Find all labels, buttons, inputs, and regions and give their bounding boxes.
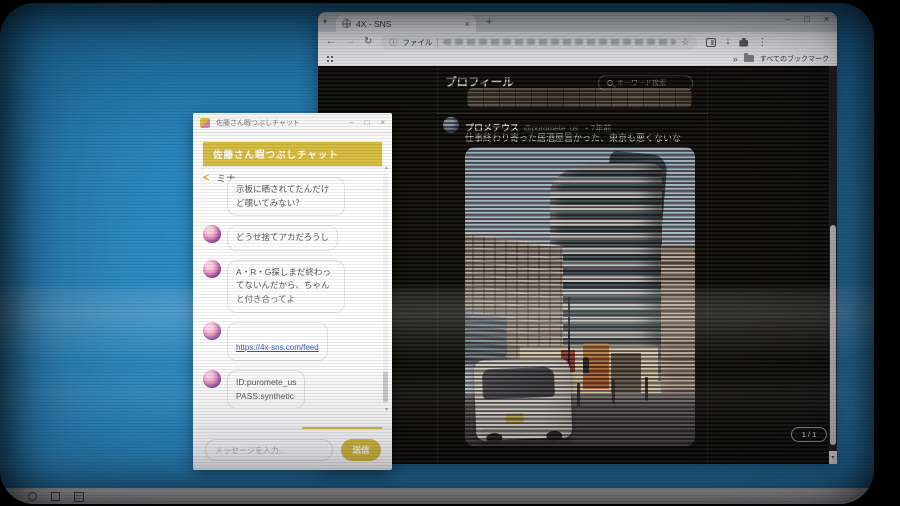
chat-message: https://4x-sns.com/feed xyxy=(203,322,376,361)
browser-window-controls: – □ × xyxy=(785,14,829,24)
photo-store-entrance xyxy=(611,353,641,393)
contact-avatar xyxy=(203,322,221,340)
message-input[interactable] xyxy=(205,439,333,461)
post-photo[interactable] xyxy=(465,147,695,446)
chat-input-bar: 送信 xyxy=(193,428,392,470)
photo-bollard xyxy=(577,383,580,407)
search-icon xyxy=(607,80,613,86)
bookmarks-overflow-icon[interactable]: » xyxy=(733,54,738,64)
photo-bollard xyxy=(612,379,615,403)
chat-message-list[interactable]: 示板に晒されてたんだけど覗いてみない？ どうせ捨てアカだろうし A・R・G探しま… xyxy=(203,170,376,408)
maximize-button[interactable]: □ xyxy=(804,14,809,24)
browser-tabstrip: ▾ 4X - SNS × + – □ × xyxy=(318,12,837,32)
van-rear-window xyxy=(482,367,555,399)
photo-page-indicator: 1 / 1 xyxy=(791,427,827,442)
scroll-up-icon[interactable]: ▴ xyxy=(385,164,388,171)
chat-message: A・R・G探しまだ終わってないんだから、ちゃんと付き合ってよ xyxy=(203,260,376,313)
accent-line xyxy=(302,427,382,429)
minimize-button[interactable]: – xyxy=(785,14,790,24)
photo-bollard xyxy=(645,377,648,401)
url-separator xyxy=(437,38,438,47)
message-link[interactable]: https://4x-sns.com/feed xyxy=(236,343,319,352)
scrollbar-thumb[interactable] xyxy=(830,225,836,445)
reload-icon[interactable]: ↻ xyxy=(364,37,372,47)
message-bubble: https://4x-sns.com/feed xyxy=(227,322,328,361)
close-button[interactable]: × xyxy=(824,14,829,24)
url-path-blurred xyxy=(443,39,676,45)
van-license-plate xyxy=(505,413,523,424)
post-text: 仕事終わり寄った居酒屋旨かった、東京も悪くないな xyxy=(465,131,681,144)
close-button[interactable]: × xyxy=(380,118,385,127)
app-icon[interactable] xyxy=(74,492,84,502)
keyword-search-label: キーワード検索 xyxy=(617,78,666,88)
chat-message: ID:puromete_us PASS:synthetic xyxy=(203,370,376,408)
info-icon[interactable]: ⓘ xyxy=(389,37,397,48)
chat-message: 示板に晒されてたんだけど覗いてみない？ xyxy=(203,177,376,216)
apps-grid-icon[interactable] xyxy=(326,55,334,63)
globe-favicon-icon xyxy=(342,19,351,28)
chat-titlebar[interactable]: 佐藤さん暇つぶしチャット – □ × xyxy=(193,113,392,133)
photo-right-building xyxy=(661,245,695,411)
photo-pedestrian xyxy=(583,357,589,373)
browser-menu-icon[interactable]: ⋮ xyxy=(757,37,767,48)
bookmark-star-icon[interactable]: ☆ xyxy=(681,37,689,48)
tab-close-icon[interactable]: × xyxy=(465,19,470,29)
profile-banner-image xyxy=(467,88,692,108)
scroll-down-icon[interactable]: ▾ xyxy=(385,406,388,413)
browser-scrollbar[interactable]: ▾ xyxy=(829,66,837,464)
chat-scrollbar[interactable]: ▴ ▾ xyxy=(383,173,388,404)
chat-app-header: 佐藤さん暇つぶしチャット xyxy=(203,142,382,166)
crt-monitor: ▾ 4X - SNS × + – □ × ← → ↻ ⓘ xyxy=(0,0,900,506)
chat-app-icon xyxy=(200,118,210,128)
browser-window: ▾ 4X - SNS × + – □ × ← → ↻ ⓘ xyxy=(318,12,837,464)
send-button[interactable]: 送信 xyxy=(341,439,381,461)
new-tab-button[interactable]: + xyxy=(486,16,492,28)
minimize-button[interactable]: – xyxy=(349,118,353,127)
contact-avatar xyxy=(203,260,221,278)
browser-tab[interactable]: 4X - SNS × xyxy=(336,15,476,32)
task-view-icon[interactable] xyxy=(51,492,60,501)
maximize-button[interactable]: □ xyxy=(364,118,369,127)
contact-avatar xyxy=(203,225,221,243)
keyword-search-button[interactable]: キーワード検索 xyxy=(598,75,693,91)
message-bubble: どうせ捨てアカだろうし xyxy=(227,225,338,251)
side-panel-icon[interactable] xyxy=(706,38,716,47)
forward-icon[interactable]: → xyxy=(345,37,355,47)
taskbar xyxy=(0,488,874,504)
tab-title: 4X - SNS xyxy=(356,19,460,29)
scroll-down-icon[interactable]: ▾ xyxy=(829,451,837,464)
avatar[interactable] xyxy=(443,117,459,133)
chat-window-title: 佐藤さん暇つぶしチャット xyxy=(216,118,343,128)
sns-page: プロフィール キーワード検索 プロメテウス @puromete_us ・7年前 … xyxy=(318,66,837,464)
message-bubble: ID:puromete_us PASS:synthetic xyxy=(227,370,305,408)
all-bookmarks-label[interactable]: すべてのブックマーク xyxy=(760,54,829,64)
search-icon[interactable] xyxy=(28,492,37,501)
back-icon[interactable]: ← xyxy=(326,37,336,47)
url-scheme-label: ファイル xyxy=(402,37,432,48)
chat-scrollbar-thumb[interactable] xyxy=(383,372,388,402)
photo-white-van xyxy=(474,357,573,440)
address-bar[interactable]: ⓘ ファイル ☆ xyxy=(381,35,697,50)
chat-window: 佐藤さん暇つぶしチャット – □ × 佐藤さん暇つぶしチャット < ミナ 示板に… xyxy=(193,113,392,470)
page-title: プロフィール xyxy=(445,74,514,90)
contact-avatar xyxy=(203,370,221,388)
extensions-icon[interactable] xyxy=(739,38,748,47)
bookmarks-bar: » すべてのブックマーク xyxy=(318,52,837,66)
message-bubble: A・R・G探しまだ終わってないんだから、ちゃんと付き合ってよ xyxy=(227,260,345,313)
download-icon[interactable]: ↓ xyxy=(725,37,730,47)
chat-app-title: 佐藤さん暇つぶしチャット xyxy=(213,147,339,161)
bookmarks-folder-icon xyxy=(744,55,754,62)
desktop: ▾ 4X - SNS × + – □ × ← → ↻ ⓘ xyxy=(0,3,874,504)
chat-window-controls: – □ × xyxy=(349,118,385,127)
message-bubble: 示板に晒されてたんだけど覗いてみない？ xyxy=(227,177,345,216)
tab-search-icon[interactable]: ▾ xyxy=(323,17,327,26)
chat-message: どうせ捨てアカだろうし xyxy=(203,225,376,251)
browser-toolbar: ← → ↻ ⓘ ファイル ☆ ↓ ⋮ xyxy=(318,32,837,52)
divider xyxy=(437,113,708,114)
